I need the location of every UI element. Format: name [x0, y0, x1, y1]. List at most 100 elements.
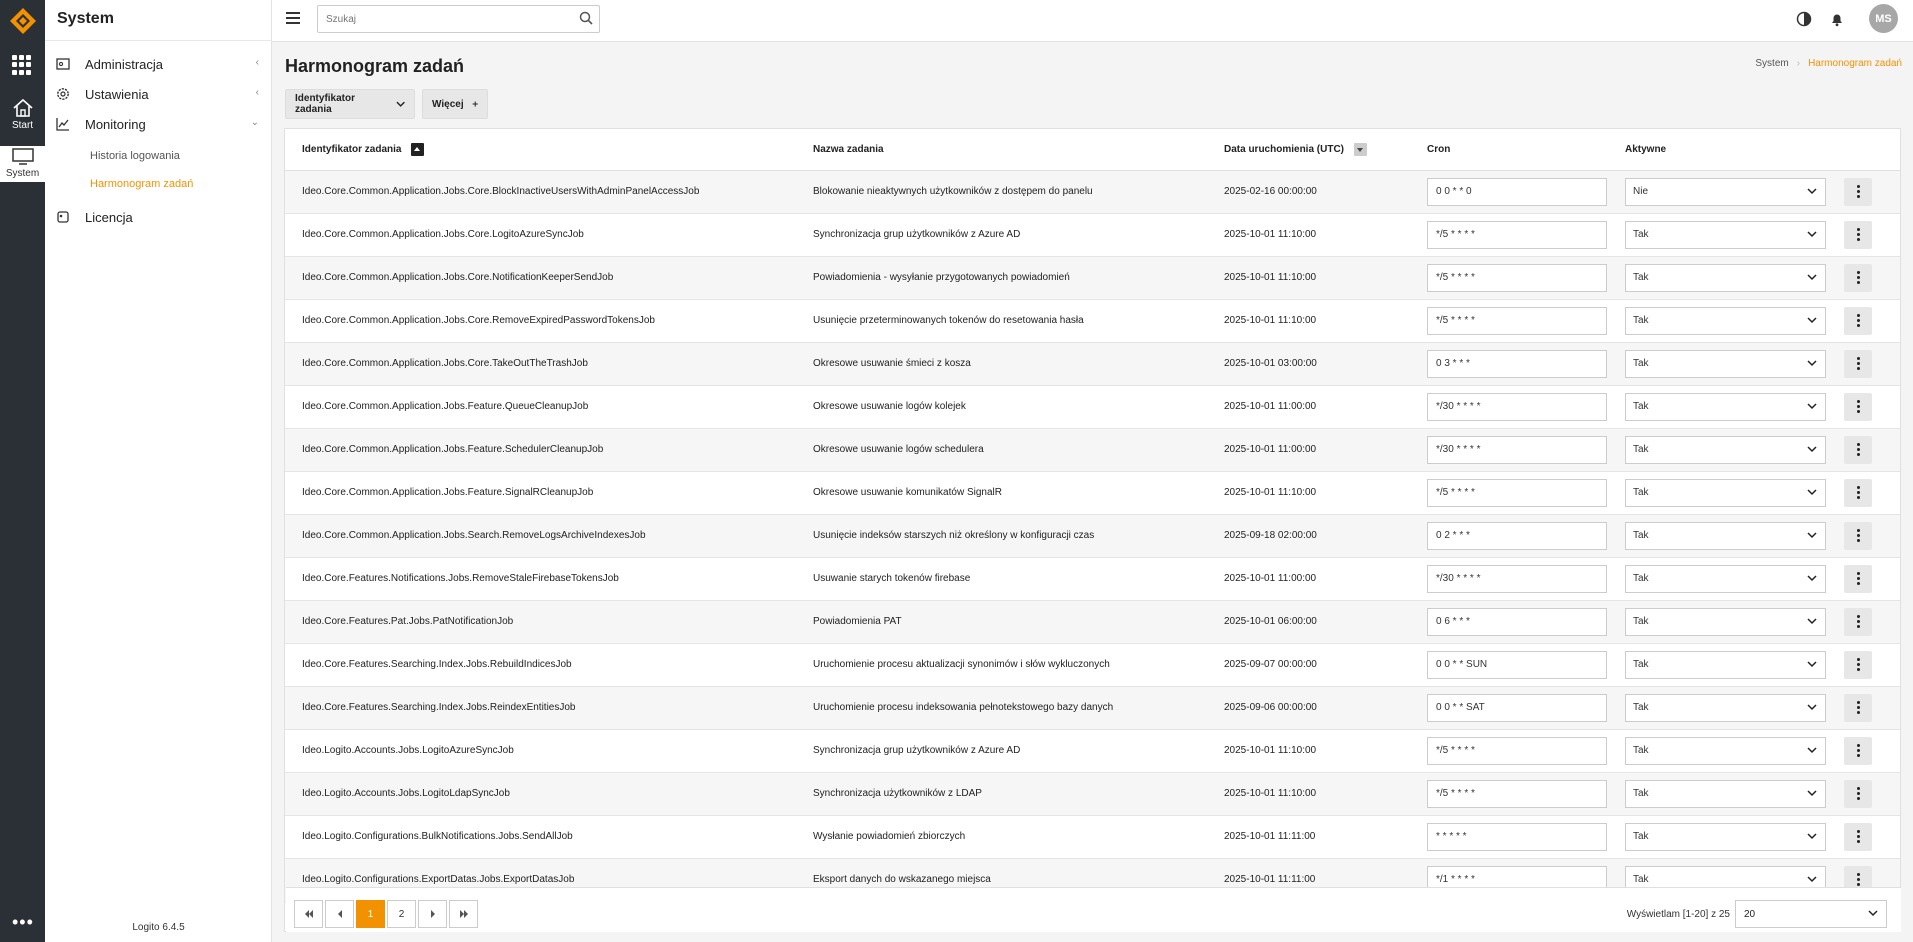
page-1-button[interactable]: 1: [356, 900, 385, 928]
sidebar-item-label: Licencja: [85, 209, 133, 225]
sidebar-title: System: [57, 10, 114, 27]
column-header-date[interactable]: Data uruchomienia (UTC): [1221, 129, 1425, 171]
active-select[interactable]: Tak: [1625, 822, 1826, 851]
chart-icon: [55, 116, 71, 132]
cron-input[interactable]: */30 * * * *: [1427, 392, 1607, 421]
row-menu-kebab-icon[interactable]: [1844, 779, 1872, 808]
cron-input[interactable]: 0 3 * * *: [1427, 349, 1607, 378]
apps-grid-icon[interactable]: [12, 55, 32, 75]
row-menu-kebab-icon[interactable]: [1844, 521, 1872, 550]
row-menu-kebab-icon[interactable]: [1844, 607, 1872, 636]
sidebar-item-administracja[interactable]: Administracja ‹: [55, 52, 265, 76]
active-select[interactable]: Tak: [1625, 306, 1826, 335]
filter-id-button[interactable]: Identyfikator zadania: [285, 89, 415, 119]
active-select[interactable]: Tak: [1625, 349, 1826, 378]
cron-input[interactable]: */5 * * * *: [1427, 779, 1607, 808]
row-menu-kebab-icon[interactable]: [1844, 736, 1872, 765]
column-header-label: Aktywne: [1625, 143, 1667, 155]
cell-actions: [1839, 514, 1900, 558]
row-menu-kebab-icon[interactable]: [1844, 263, 1872, 292]
cron-input[interactable]: 0 0 * * SAT: [1427, 693, 1607, 722]
row-menu-kebab-icon[interactable]: [1844, 177, 1872, 206]
row-menu-kebab-icon[interactable]: [1844, 478, 1872, 507]
cell-job-id: Ideo.Logito.Configurations.BulkNotificat…: [285, 815, 810, 859]
avatar[interactable]: MS: [1869, 4, 1898, 33]
search-input[interactable]: [318, 6, 558, 32]
active-select[interactable]: Tak: [1625, 779, 1826, 808]
rail-start[interactable]: Start: [0, 98, 45, 131]
page-size-select[interactable]: 20: [1735, 900, 1887, 928]
cron-input[interactable]: 0 0 * * SUN: [1427, 650, 1607, 679]
cron-input[interactable]: 0 0 * * 0: [1427, 177, 1607, 206]
active-select[interactable]: Tak: [1625, 392, 1826, 421]
column-header-cron[interactable]: Cron: [1425, 129, 1621, 171]
active-select[interactable]: Tak: [1625, 478, 1826, 507]
active-select[interactable]: Tak: [1625, 521, 1826, 550]
row-menu-kebab-icon[interactable]: [1844, 435, 1872, 464]
first-page-button[interactable]: [294, 900, 323, 928]
active-select[interactable]: Tak: [1625, 220, 1826, 249]
active-select[interactable]: Tak: [1625, 607, 1826, 636]
row-menu-kebab-icon[interactable]: [1844, 693, 1872, 722]
cron-input[interactable]: */5 * * * *: [1427, 736, 1607, 765]
search-icon[interactable]: [579, 11, 593, 25]
chevron-left-icon: [337, 910, 342, 918]
active-select[interactable]: Tak: [1625, 736, 1826, 765]
cron-input[interactable]: 0 2 * * *: [1427, 521, 1607, 550]
row-menu-kebab-icon[interactable]: [1844, 822, 1872, 851]
row-menu-kebab-icon[interactable]: [1844, 220, 1872, 249]
sidebar-subitem-historia-logowania[interactable]: Historia logowania: [90, 150, 180, 162]
active-select[interactable]: Tak: [1625, 693, 1826, 722]
row-menu-kebab-icon[interactable]: [1844, 650, 1872, 679]
more-filters-button[interactable]: Więcej: [422, 89, 488, 119]
row-menu-kebab-icon[interactable]: [1844, 564, 1872, 593]
breadcrumb-system[interactable]: System: [1755, 58, 1788, 69]
contrast-icon[interactable]: [1796, 11, 1812, 27]
active-select[interactable]: Tak: [1625, 435, 1826, 464]
sidebar-item-licencja[interactable]: Licencja: [55, 205, 265, 229]
table-row: Ideo.Logito.Accounts.Jobs.LogitoLdapSync…: [285, 772, 1900, 816]
cell-cron: 0 6 * * *: [1425, 600, 1621, 644]
last-page-button[interactable]: [449, 900, 478, 928]
cell-active: Tak: [1621, 729, 1839, 773]
sidebar-subitem-harmonogram-zadan[interactable]: Harmonogram zadań: [90, 178, 193, 190]
pagination-bar: 1 2 Wyświetlam [1-20] z 25 20: [286, 887, 1901, 932]
bell-icon[interactable]: [1829, 11, 1845, 27]
row-menu-kebab-icon[interactable]: [1844, 349, 1872, 378]
active-select[interactable]: Tak: [1625, 564, 1826, 593]
table-header-row: Identyfikator zadania Nazwa zadania Data…: [285, 129, 1900, 171]
cron-input[interactable]: */30 * * * *: [1427, 435, 1607, 464]
cron-input[interactable]: */5 * * * *: [1427, 263, 1607, 292]
previous-page-button[interactable]: [325, 900, 354, 928]
cron-input[interactable]: */5 * * * *: [1427, 478, 1607, 507]
row-menu-kebab-icon[interactable]: [1844, 392, 1872, 421]
cron-input[interactable]: 0 6 * * *: [1427, 607, 1607, 636]
more-dots-icon[interactable]: •••: [12, 913, 34, 931]
sidebar-item-ustawienia[interactable]: Ustawienia ‹: [55, 82, 265, 106]
active-select[interactable]: Tak: [1625, 263, 1826, 292]
active-select[interactable]: Nie: [1625, 177, 1826, 206]
cron-input[interactable]: */30 * * * *: [1427, 564, 1607, 593]
rail-system[interactable]: System: [0, 146, 45, 182]
column-header-active[interactable]: Aktywne: [1621, 129, 1839, 171]
cell-run-date: 2025-10-01 11:10:00: [1221, 213, 1425, 257]
hamburger-icon[interactable]: [286, 12, 300, 24]
cell-job-id: Ideo.Core.Common.Application.Jobs.Core.N…: [285, 256, 810, 300]
row-menu-kebab-icon[interactable]: [1844, 306, 1872, 335]
column-header-name[interactable]: Nazwa zadania: [810, 129, 1221, 171]
logito-logo[interactable]: [8, 6, 38, 36]
double-chevron-right-icon: [459, 910, 468, 918]
cell-active: Nie: [1621, 170, 1839, 214]
active-select[interactable]: Tak: [1625, 650, 1826, 679]
cron-input[interactable]: */5 * * * *: [1427, 306, 1607, 335]
sidebar-item-monitoring[interactable]: Monitoring ⌄: [55, 112, 265, 136]
cron-input[interactable]: */5 * * * *: [1427, 220, 1607, 249]
cell-cron: */30 * * * *: [1425, 385, 1621, 429]
sort-descending-icon[interactable]: [1354, 142, 1368, 156]
next-page-button[interactable]: [418, 900, 447, 928]
sort-ascending-icon[interactable]: [411, 142, 425, 156]
column-header-id[interactable]: Identyfikator zadania: [285, 129, 810, 171]
column-header-label: Nazwa zadania: [813, 143, 884, 155]
cron-input[interactable]: * * * * *: [1427, 822, 1607, 851]
page-2-button[interactable]: 2: [387, 900, 416, 928]
